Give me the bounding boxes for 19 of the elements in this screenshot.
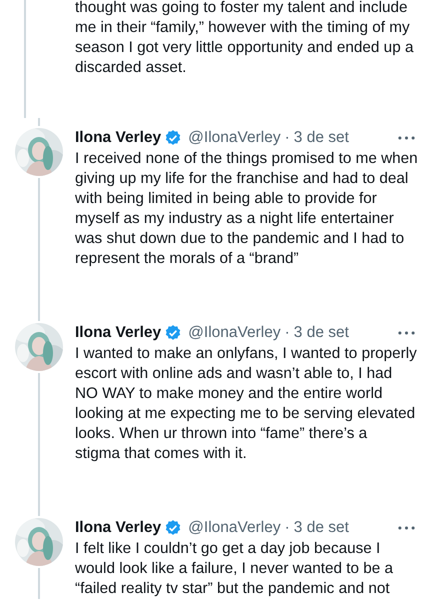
author-handle[interactable]: @IlonaVerley: [188, 324, 281, 342]
tweet-text: I wanted to make an onlyfans, I wanted to properly escort with online ads and wasn’t able to, I had NO WAY to make money and the entire world looking at me expecting me to be serving elevated looks. When ur thrown into “fame” there’s a stigma that comes with it.: [75, 344, 418, 464]
more-icon[interactable]: [398, 136, 415, 140]
author-handle[interactable]: @IlonaVerley: [188, 519, 281, 537]
tweet-text: thought was going to foster my talent and include me in their “family,” however with the timing of my season I got very little opportunity and ended up a discarded asset.: [75, 0, 414, 78]
author-handle[interactable]: @IlonaVerley: [188, 129, 281, 147]
author-name[interactable]: Ilona Verley: [75, 519, 162, 537]
author-name[interactable]: Ilona Verley: [75, 129, 162, 147]
author-name[interactable]: Ilona Verley: [75, 324, 162, 342]
separator-dot: ·: [284, 519, 290, 537]
tweet-date[interactable]: 3 de set: [294, 519, 349, 537]
separator-dot: ·: [284, 129, 290, 147]
tweet-date[interactable]: 3 de set: [294, 129, 349, 147]
separator-dot: ·: [284, 324, 290, 342]
tweet-text: I received none of the things promised to me when giving up my life for the franchise and had to deal with being limited in being able to provide for myself as my industry as a night life entertainer was shut down due to the pandemic and I had to represent the morals of a “brand”: [75, 149, 419, 269]
tweet-text: I felt like I couldn’t go get a day job because I would look like a failure, I never wanted to be a “failed reality tv star” but the pandemic and not: [75, 539, 394, 599]
more-icon[interactable]: [398, 331, 415, 335]
more-icon[interactable]: [398, 526, 415, 530]
tweet-date[interactable]: 3 de set: [294, 324, 349, 342]
